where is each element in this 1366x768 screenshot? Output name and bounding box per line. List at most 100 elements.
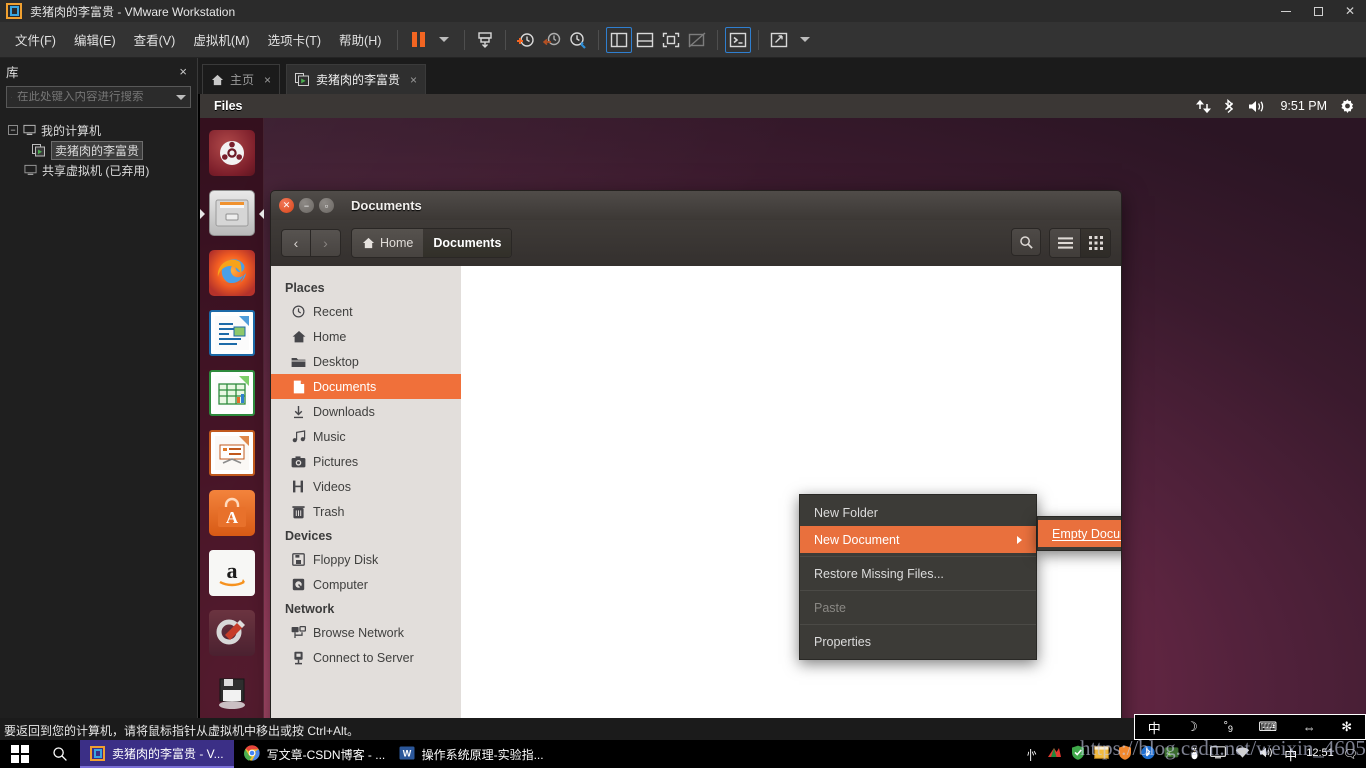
- monitor-icon[interactable]: [1210, 746, 1227, 762]
- volume-icon[interactable]: [1259, 746, 1275, 762]
- launcher-libreoffice-writer-icon[interactable]: [204, 305, 260, 361]
- library-search-dropdown-icon[interactable]: [176, 94, 186, 100]
- sidebar-item-music[interactable]: Music: [271, 424, 461, 449]
- wps-icon[interactable]: [1047, 746, 1062, 762]
- sogou-input-icon[interactable]: 㣺: [1025, 745, 1038, 764]
- context-menu-item-new-folder[interactable]: New Folder: [800, 499, 1036, 526]
- launcher-libreoffice-impress-icon[interactable]: [204, 425, 260, 481]
- penguin-icon[interactable]: [1188, 745, 1201, 763]
- launcher-system-settings-icon[interactable]: [204, 605, 260, 661]
- taskbar-clock[interactable]: 12:51: [1306, 747, 1334, 760]
- tab-vm-lifugui[interactable]: 卖猪肉的李富贵 ×: [286, 64, 427, 94]
- notification-icon[interactable]: 🗨: [1343, 747, 1358, 761]
- bluetooth-icon[interactable]: [1141, 745, 1155, 763]
- menu-edit[interactable]: 编辑(E): [65, 26, 125, 53]
- grid-view-button[interactable]: [1080, 229, 1110, 257]
- vm-guest-screen[interactable]: Files 9:51 PM A a ✕ − ▫ Documents ‹ › Ho…: [200, 94, 1366, 718]
- library-search-input[interactable]: [17, 91, 171, 103]
- sidebar-item-computer[interactable]: Computer: [271, 572, 461, 597]
- maximize-button[interactable]: [1302, 0, 1334, 22]
- menu-help[interactable]: 帮助(H): [330, 26, 390, 53]
- library-close-icon[interactable]: ×: [175, 64, 191, 79]
- gear-icon[interactable]: [1339, 98, 1356, 114]
- launcher-libreoffice-calc-icon[interactable]: [204, 365, 260, 421]
- snapshot-manager-icon[interactable]: [565, 27, 591, 53]
- security-icon[interactable]: [1118, 745, 1132, 763]
- back-button[interactable]: ‹: [281, 229, 311, 257]
- view-dropdown-icon[interactable]: [792, 27, 818, 53]
- taskbar-item-chrome[interactable]: 写文章-CSDN博客 - ...: [234, 740, 389, 768]
- power-dropdown-caret-icon[interactable]: [431, 27, 457, 53]
- sidebar-item-documents[interactable]: Documents: [271, 374, 461, 399]
- send-ctrl-alt-del-icon[interactable]: [472, 27, 498, 53]
- launcher-ubuntu-dash-icon[interactable]: [204, 125, 260, 181]
- taskbar-item-vmware[interactable]: 卖猪肉的李富贵 - V...: [80, 740, 234, 768]
- tab-close-icon[interactable]: ×: [410, 73, 417, 87]
- window-icon[interactable]: [1094, 746, 1110, 762]
- volume-icon[interactable]: [1248, 99, 1268, 114]
- show-thumbnail-bar-icon[interactable]: [632, 27, 658, 53]
- menu-view[interactable]: 查看(V): [125, 26, 185, 53]
- sidebar-item-desktop[interactable]: Desktop: [271, 349, 461, 374]
- forward-button[interactable]: ›: [311, 229, 341, 257]
- snapshot-revert-icon[interactable]: [539, 27, 565, 53]
- file-list-area[interactable]: New Folder New Document Restore Missing …: [461, 266, 1121, 718]
- network-icon[interactable]: [1235, 746, 1250, 762]
- nautilus-close-button[interactable]: ✕: [279, 198, 294, 213]
- sidebar-item-floppy-disk[interactable]: Floppy Disk: [271, 547, 461, 572]
- tree-item-my-computer[interactable]: − 我的计算机: [0, 120, 197, 140]
- tree-item-shared-vms[interactable]: 共享虚拟机 (已弃用): [0, 160, 197, 180]
- keyboard-icon[interactable]: ⌨: [1258, 719, 1277, 735]
- taskbar-search-icon[interactable]: [40, 746, 80, 762]
- full-screen-icon[interactable]: [658, 27, 684, 53]
- unity-mode-icon[interactable]: [684, 27, 710, 53]
- context-menu-item-properties[interactable]: Properties: [800, 628, 1036, 655]
- context-submenu-item-empty-document[interactable]: Empty Document: [1038, 520, 1121, 547]
- active-app-name[interactable]: Files: [214, 99, 243, 113]
- search-button[interactable]: [1011, 228, 1041, 256]
- ime-cn-icon[interactable]: 中: [1284, 745, 1297, 764]
- clock[interactable]: 9:51 PM: [1280, 99, 1327, 113]
- sidebar-item-pictures[interactable]: Pictures: [271, 449, 461, 474]
- menu-file[interactable]: 文件(F): [6, 26, 65, 53]
- tab-close-icon[interactable]: ×: [264, 73, 271, 87]
- network-icon[interactable]: [1196, 99, 1212, 114]
- show-library-icon[interactable]: [606, 26, 633, 53]
- sidebar-item-recent[interactable]: Recent: [271, 299, 461, 324]
- moon-icon[interactable]: ☽: [1186, 719, 1198, 735]
- gear-icon[interactable]: ✻: [1341, 719, 1352, 735]
- stretch-view-icon[interactable]: [766, 27, 792, 53]
- sidebar-item-connect-to-server[interactable]: Connect to Server: [271, 645, 461, 670]
- sidebar-item-trash[interactable]: Trash: [271, 499, 461, 524]
- nautilus-maximize-button[interactable]: ▫: [319, 198, 334, 213]
- close-button[interactable]: ✕: [1334, 0, 1366, 22]
- ibus-language-icon[interactable]: 中: [1148, 718, 1161, 737]
- library-search[interactable]: [6, 86, 191, 108]
- launcher-files-icon[interactable]: [200, 185, 264, 241]
- bluetooth-icon[interactable]: [1224, 98, 1236, 114]
- snapshot-take-icon[interactable]: [513, 27, 539, 53]
- expander-icon[interactable]: −: [8, 125, 18, 135]
- sidebar-item-downloads[interactable]: Downloads: [271, 399, 461, 424]
- sidebar-item-home[interactable]: Home: [271, 324, 461, 349]
- breadcrumb-home[interactable]: Home: [352, 229, 423, 257]
- menu-tabs[interactable]: 选项卡(T): [259, 26, 330, 53]
- windows-logo-icon[interactable]: [0, 745, 40, 763]
- taskbar-item-word[interactable]: W 操作系统原理-实验指...: [389, 740, 544, 768]
- launcher-amazon-icon[interactable]: a: [204, 545, 260, 601]
- context-menu-item-new-document[interactable]: New Document: [800, 526, 1036, 553]
- console-view-icon[interactable]: [725, 26, 752, 53]
- launcher-floppy-device-icon[interactable]: [204, 665, 260, 718]
- menu-button[interactable]: [1050, 229, 1080, 257]
- breadcrumb-documents[interactable]: Documents: [423, 229, 512, 257]
- context-menu-item-restore-missing-files[interactable]: Restore Missing Files...: [800, 560, 1036, 587]
- sidebar-item-browse-network[interactable]: Browse Network: [271, 620, 461, 645]
- nvidia-icon[interactable]: [1164, 746, 1179, 762]
- degree-icon[interactable]: °9: [1223, 720, 1233, 734]
- launcher-firefox-icon[interactable]: [204, 245, 260, 301]
- pause-icon[interactable]: [405, 27, 431, 53]
- tab-home[interactable]: 主页 ×: [202, 64, 281, 94]
- input-toggle-icon[interactable]: ⇔: [1303, 720, 1316, 735]
- launcher-ubuntu-software-icon[interactable]: A: [204, 485, 260, 541]
- tree-item-vm[interactable]: 卖猪肉的李富贵: [0, 140, 197, 160]
